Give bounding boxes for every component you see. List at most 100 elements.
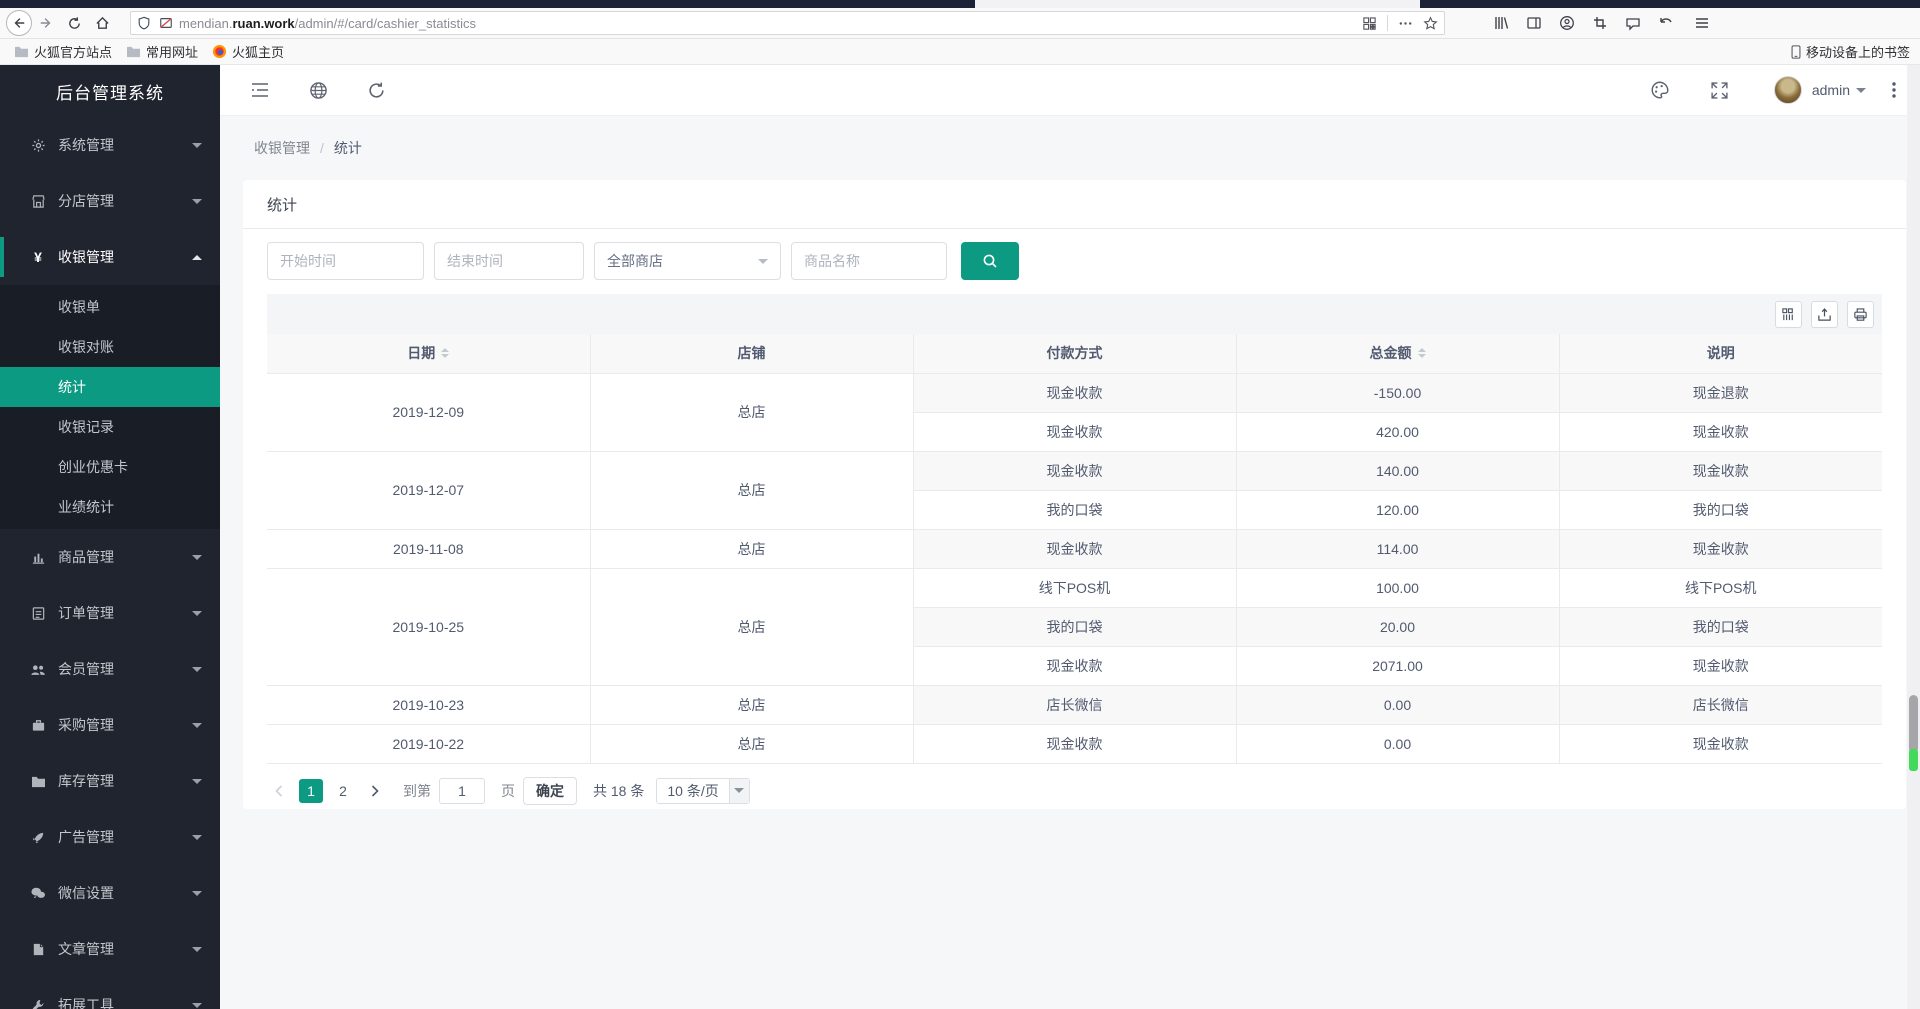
sidebar-item-label: 微信设置 [58,883,192,903]
home-button[interactable] [88,11,116,35]
mobile-bookmarks[interactable]: 移动设备上的书签 [1790,42,1910,61]
goto-page-input[interactable] [439,778,485,804]
page-size-value: 10 条/页 [657,781,728,801]
column-header-date[interactable]: 日期 [267,334,590,373]
method-cell: 现金收款 [913,724,1236,763]
library-icon[interactable] [1493,15,1509,31]
chevron-down-icon [192,835,202,840]
confirm-button[interactable]: 确定 [523,777,577,805]
breadcrumb-separator: / [320,140,324,156]
sidebar-item-label: 商品管理 [58,547,192,567]
amount-cell: 0.00 [1236,685,1559,724]
sidebars-icon[interactable] [1526,15,1542,31]
print-button[interactable] [1847,301,1874,328]
date-cell: 2019-10-22 [267,724,590,763]
sidebar-subitem-reconcile[interactable]: 收银对账 [0,327,220,367]
breadcrumb: 收银管理 / 统计 [220,116,1920,180]
sort-icon[interactable] [441,348,449,358]
shop-cell: 总店 [590,373,913,451]
shop-select[interactable]: 全部商店 [594,242,781,280]
phone-icon [1790,45,1802,59]
chevron-down-icon [192,667,202,672]
prev-page-button[interactable] [267,779,291,803]
fullscreen-icon[interactable] [1710,80,1730,100]
collapse-sidebar-icon[interactable] [250,80,270,100]
bookmark-folder-official[interactable]: 火狐官方站点 [14,42,112,61]
page-scrollbar[interactable] [1907,65,1920,1009]
sidebar-item-system[interactable]: 系统管理 [0,117,220,173]
column-header-amount[interactable]: 总金额 [1236,334,1559,373]
chevron-down-icon [192,723,202,728]
amount-cell: 114.00 [1236,529,1559,568]
sort-icon[interactable] [1418,348,1426,358]
url-bar[interactable]: mendian.ruan.work/admin/#/card/cashier_s… [130,11,1445,35]
back-button[interactable] [6,10,32,36]
screenshot-icon[interactable] [1592,15,1608,31]
columns-settings-button[interactable] [1775,301,1802,328]
table-row[interactable]: 2019-12-07 总店 现金收款 140.00 现金收款 [267,451,1882,490]
undo-icon[interactable] [1658,15,1674,31]
next-page-button[interactable] [363,779,387,803]
sidebar-item-wechat[interactable]: 微信设置 [0,865,220,921]
bookmark-folder-common[interactable]: 常用网址 [126,42,198,61]
scrollbar-thumb[interactable] [1909,695,1918,753]
menu-icon[interactable] [1694,15,1710,31]
table-row[interactable]: 2019-10-22 总店 现金收款 0.00 现金收款 [267,724,1882,763]
account-icon[interactable] [1559,15,1575,31]
bookmark-star-icon[interactable] [1423,16,1438,31]
sidebar-subitem-performance[interactable]: 业绩统计 [0,487,220,527]
page-size-select[interactable]: 10 条/页 [656,778,749,804]
sidebar-item-members[interactable]: 会员管理 [0,641,220,697]
export-button[interactable] [1811,301,1838,328]
forward-button[interactable] [32,11,60,35]
card-title: 统计 [243,180,1906,229]
sidebar-item-branch[interactable]: 分店管理 [0,173,220,229]
blocked-media-icon[interactable] [159,16,173,30]
note-cell: 现金收款 [1559,646,1882,685]
browser-active-tab[interactable] [975,0,1420,8]
end-time-input[interactable] [434,242,584,280]
reload-button[interactable] [60,11,88,35]
start-time-input[interactable] [267,242,424,280]
chat-icon[interactable] [1625,15,1641,31]
statistics-table: 日期 店铺 付款方式 总金额 说明 2019-12-09 总店 现金收款 -15… [267,334,1882,764]
sidebar-item-goods[interactable]: 商品管理 [0,529,220,585]
table-row[interactable]: 2019-11-08 总店 现金收款 114.00 现金收款 [267,529,1882,568]
page-2-button[interactable]: 2 [331,779,355,803]
sidebar-subitem-records[interactable]: 收银记录 [0,407,220,447]
method-cell: 店长微信 [913,685,1236,724]
globe-icon[interactable] [308,80,328,100]
qr-code-icon[interactable] [1362,16,1377,31]
table-row[interactable]: 2019-12-09 总店 现金收款 -150.00 现金退款 [267,373,1882,412]
sidebar-item-orders[interactable]: 订单管理 [0,585,220,641]
sidebar-item-inventory[interactable]: 库存管理 [0,753,220,809]
more-options-icon[interactable] [1892,81,1896,99]
sidebar-subitem-cashier-bill[interactable]: 收银单 [0,287,220,327]
bookmark-label: 常用网址 [146,42,198,61]
breadcrumb-parent[interactable]: 收银管理 [254,138,310,158]
sidebar-item-purchase[interactable]: 采购管理 [0,697,220,753]
table-row[interactable]: 2019-10-25 总店 线下POS机 100.00 线下POS机 [267,568,1882,607]
sidebar-subitem-coupon-card[interactable]: 创业优惠卡 [0,447,220,487]
product-name-input[interactable] [791,242,947,280]
sidebar-item-ads[interactable]: 广告管理 [0,809,220,865]
amount-cell: 140.00 [1236,451,1559,490]
theme-palette-icon[interactable] [1650,80,1670,100]
sidebar-subitem-statistics[interactable]: 统计 [0,367,220,407]
goto-label: 到第 [403,781,431,801]
user-menu[interactable]: admin [1812,82,1866,98]
table-row[interactable]: 2019-10-23 总店 店长微信 0.00 店长微信 [267,685,1882,724]
shield-icon[interactable] [137,16,151,30]
wrench-icon [30,997,46,1009]
sidebar-item-articles[interactable]: 文章管理 [0,921,220,977]
chevron-down-icon [192,779,202,784]
sidebar-item-tools[interactable]: 拓展工具 [0,977,220,1009]
search-button[interactable] [961,242,1019,280]
page-1-button[interactable]: 1 [299,779,323,803]
refresh-icon[interactable] [366,80,386,100]
bookmark-firefox-home[interactable]: 火狐主页 [212,42,284,61]
sidebar-item-cashier[interactable]: ¥ 收银管理 [0,229,220,285]
page-actions-icon[interactable] [1398,16,1413,31]
back-arrow-icon [12,16,26,30]
avatar[interactable] [1774,76,1802,104]
